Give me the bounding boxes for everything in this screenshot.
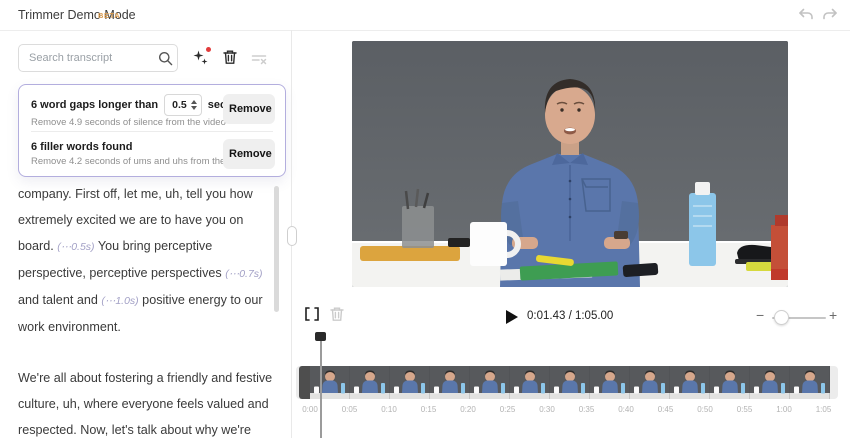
zoom-out-button[interactable]: −	[756, 306, 764, 324]
transcript-text[interactable]: and talent and	[18, 293, 101, 307]
tick-label: 0:45	[658, 405, 674, 414]
gap-threshold-value: 0.5	[172, 99, 187, 111]
trash-disabled-icon	[328, 305, 346, 323]
filmstrip-thumb	[390, 366, 430, 399]
play-button[interactable]	[505, 309, 519, 325]
tick-label: 0:30	[539, 405, 555, 414]
ai-suggestions-button[interactable]	[192, 49, 210, 67]
clear-strikethrough-button[interactable]	[250, 50, 268, 68]
filmstrip-thumb	[550, 366, 590, 399]
time-display: 0:01.43 / 1:05.00	[527, 310, 613, 322]
clear-strikethrough-icon	[250, 50, 268, 68]
filmstrip-thumb	[630, 366, 670, 399]
playhead-handle[interactable]	[315, 332, 326, 341]
transcript-paragraph[interactable]: company. First off, let me, uh, tell you…	[18, 181, 274, 340]
tick-label: 0:35	[579, 405, 595, 414]
video-player[interactable]	[352, 41, 788, 287]
filmstrip-thumb	[670, 366, 710, 399]
tick-label: 0:15	[421, 405, 437, 414]
filmstrip-thumb	[590, 366, 630, 399]
redo-button[interactable]	[821, 6, 839, 24]
redo-icon	[821, 6, 839, 24]
remove-gaps-button[interactable]: Remove	[223, 94, 275, 124]
zoom-in-button[interactable]: +	[829, 306, 837, 324]
transcript[interactable]: company. First off, let me, uh, tell you…	[18, 181, 274, 438]
filler-words-subtitle: Remove 4.2 seconds of ums and uhs from t…	[31, 156, 253, 167]
gap-marker[interactable]: (⋯1.0s)	[101, 295, 138, 307]
filmstrip[interactable]	[310, 366, 830, 399]
select-range-button[interactable]	[303, 305, 321, 323]
filmstrip-thumb	[350, 366, 390, 399]
tick-label: 0:40	[618, 405, 634, 414]
tick-label: 0:50	[697, 405, 713, 414]
word-gaps-subtitle: Remove 4.9 seconds of silence from the v…	[31, 117, 226, 128]
transcript-scrollbar[interactable]	[274, 186, 279, 312]
tick-label: 1:05	[816, 405, 832, 414]
filmstrip-thumb	[790, 366, 830, 399]
gap-marker[interactable]: (⋯0.7s)	[225, 268, 262, 280]
zoom-slider-knob[interactable]	[774, 310, 789, 325]
timeline-ticks: 0:00 0:05 0:10 0:15 0:20 0:25 0:30 0:35 0:40 0:45…	[0, 405, 850, 417]
filmstrip-thumb	[430, 366, 470, 399]
search-input[interactable]	[18, 44, 178, 72]
filmstrip-thumb	[470, 366, 510, 399]
undo-icon	[797, 6, 815, 24]
filler-words-title: 6 filler words found	[31, 141, 132, 153]
trimmer-app: Trimmer Demo Mode BETA	[0, 0, 850, 438]
suggestions-card: 6 word gaps longer than 0.5 sec found Re…	[18, 84, 286, 177]
tick-label: 0:05	[342, 405, 358, 414]
trash-icon	[221, 48, 239, 66]
beta-badge: BETA	[98, 11, 120, 20]
filmstrip-thumb	[750, 366, 790, 399]
stepper-arrows-icon[interactable]	[191, 100, 197, 110]
play-icon	[505, 309, 519, 325]
transcript-paragraph[interactable]: We're all about fostering a friendly and…	[18, 365, 274, 438]
tick-label: 0:25	[500, 405, 516, 414]
word-gaps-title-prefix: 6 word gaps longer than	[31, 99, 158, 111]
remove-fillers-button[interactable]: Remove	[223, 139, 275, 169]
tick-label: 0:00	[302, 405, 318, 414]
tick-label: 0:10	[381, 405, 397, 414]
notification-dot	[206, 47, 211, 52]
panel-resize-handle[interactable]	[287, 226, 297, 246]
filmstrip-thumb	[710, 366, 750, 399]
gap-marker[interactable]: (⋯0.5s)	[57, 241, 94, 253]
delete-range-button[interactable]	[328, 305, 346, 323]
search-icon	[158, 51, 173, 66]
filmstrip-thumb	[510, 366, 550, 399]
delete-selection-button[interactable]	[221, 48, 239, 66]
gap-threshold-stepper[interactable]: 0.5	[164, 94, 202, 116]
tick-label: 0:55	[737, 405, 753, 414]
card-divider	[31, 131, 273, 132]
tick-label: 1:00	[776, 405, 792, 414]
undo-button[interactable]	[797, 6, 815, 24]
topbar: Trimmer Demo Mode BETA	[0, 0, 850, 31]
video-frame	[352, 41, 788, 287]
tick-label: 0:20	[460, 405, 476, 414]
filmstrip-thumb	[310, 366, 350, 399]
brackets-icon	[303, 305, 321, 323]
playhead-line	[320, 340, 322, 438]
